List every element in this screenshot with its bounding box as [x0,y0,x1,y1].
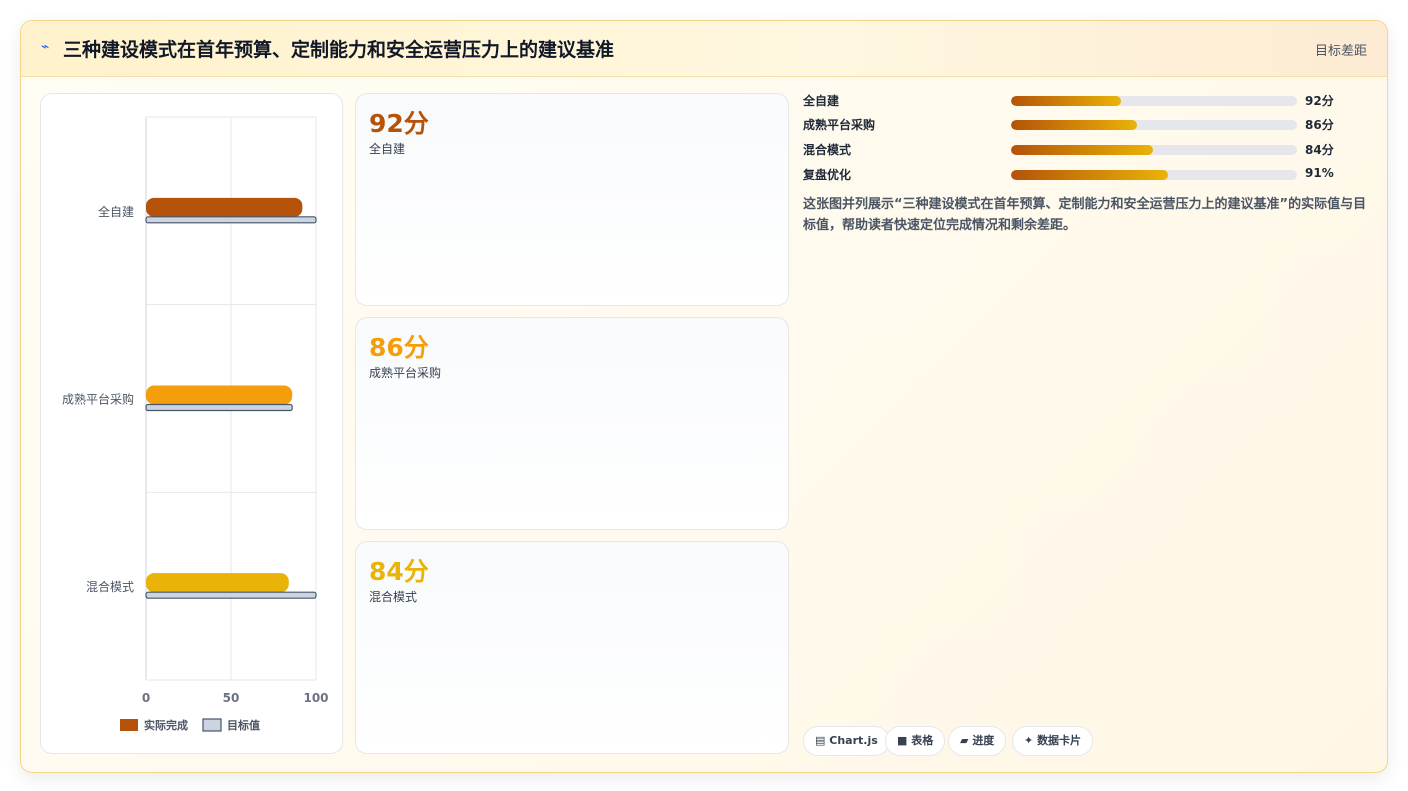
kpi-value: 92分 [369,109,429,138]
progress-fill [1011,96,1122,106]
kpi-card-3: 84分 混合模式 [355,541,789,754]
kpi-value: 84分 [369,557,429,586]
progress-label: 混合模式 [803,143,852,157]
progress-row: 混合模式 84分 [803,141,1363,159]
table-icon: ■ [897,734,908,747]
kpi-label: 混合模式 [369,590,418,604]
kpi-card-1: 92分 全自建 [355,93,789,306]
progress-row: 成熟平台采购 86分 [803,116,1363,134]
progress-value: 91% [1305,166,1334,180]
progress-value: 92分 [1305,94,1334,108]
bar-chart: 0 50 100 全自建成熟平台采购混合模式实际完成 目标值 [62,116,329,732]
legend-swatch-actual [120,719,138,731]
bar-target [145,403,293,412]
legend-label-target: 目标值 [227,718,260,732]
legend-label-actual: 实际完成 [144,718,188,732]
y-tick-label: 全自建 [98,204,134,219]
progress-track [1011,120,1297,130]
kpi-value: 86分 [369,333,429,362]
bar-target [145,591,317,599]
bar-actual [146,197,303,217]
progress-icon: ▰ [960,734,969,747]
bar-target [145,216,317,224]
panel-header: ⌁ 三种建设模式在首年预算、定制能力和安全运营压力上的建议基准 目标差距 [21,21,1387,77]
chip-table[interactable]: ■ 表格 [885,726,946,756]
kpi-card-2: 86分 成熟平台采购 [355,317,789,530]
progress-track [1011,96,1297,106]
y-tick-label: 成熟平台采购 [62,392,134,407]
progress-value: 86分 [1305,118,1334,132]
progress-track [1011,145,1297,155]
bar-actual [146,385,293,405]
page-title: 三种建设模式在首年预算、定制能力和安全运营压力上的建议基准 [63,39,615,61]
progress-label: 复盘优化 [803,168,852,182]
progress-fill [1011,170,1169,180]
chip-label: 进度 [972,734,995,747]
kpi-label: 成熟平台采购 [369,366,442,380]
chip-data-cards[interactable]: ✦ 数据卡片 [1012,726,1094,756]
chart-icon: ▤ [815,734,826,747]
progress-label: 成熟平台采购 [803,118,876,132]
dashboard-panel: ⌁ 三种建设模式在首年预算、定制能力和安全运营压力上的建议基准 目标差距 0 50… [20,20,1388,773]
chip-label: 数据卡片 [1037,734,1082,747]
pulse-icon: ⌁ [41,39,50,55]
x-tick-label: 100 [303,691,328,705]
x-tick-label: 50 [223,691,240,705]
x-tick-label: 0 [142,691,150,705]
kpi-label: 全自建 [369,142,406,156]
chip-progress[interactable]: ▰ 进度 [948,726,1007,756]
progress-value: 84分 [1305,143,1334,157]
chip-label: Chart.js [829,734,878,747]
progress-track [1011,170,1297,180]
bar-chart-card: 0 50 100 全自建成熟平台采购混合模式实际完成 目标值 [40,93,343,754]
header-right-label: 目标差距 [1314,44,1367,59]
y-tick-label: 混合模式 [86,579,134,594]
legend-swatch-target [202,718,222,732]
progress-row: 全自建 92分 [803,92,1363,110]
sparkle-icon: ✦ [1024,734,1034,747]
chip-label: 表格 [911,734,934,747]
progress-fill [1011,120,1137,130]
progress-label: 全自建 [803,94,840,108]
chart-description: 这张图并列展示“三种建设模式在首年预算、定制能力和安全运营压力上的建议基准”的实… [803,197,1367,233]
progress-fill [1011,145,1153,155]
bar-actual [146,573,289,593]
progress-row: 复盘优化 91% [803,166,1363,184]
chip-chartjs[interactable]: ▤ Chart.js [803,726,890,756]
